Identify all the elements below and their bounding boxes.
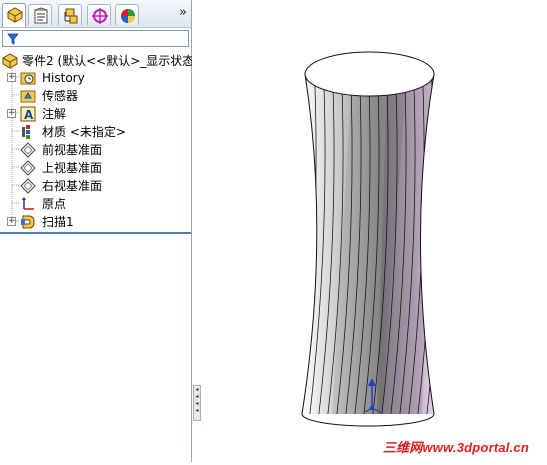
tree-root-part[interactable]: 零件2 (默认<<默认>_显示状态 <box>0 52 195 70</box>
tree-item-label: 材质 <未指定> <box>42 125 126 139</box>
property-manager-icon <box>34 7 48 24</box>
tree-item-right-plane[interactable]: 右视基准面 <box>0 177 191 195</box>
facet-edge-line <box>281 60 298 430</box>
history-folder-icon <box>20 72 36 85</box>
plane-icon <box>20 160 36 176</box>
feature-filter-input[interactable] <box>2 30 189 47</box>
featuremanager-pane: » 零件2 (默认<<默认>_显示状态 + History 传感器 + A 注解… <box>0 0 195 462</box>
svg-text:A: A <box>24 108 34 122</box>
graphics-viewport[interactable]: 三维网www.3dportal.cn <box>202 0 547 462</box>
filter-funnel-icon <box>7 33 19 45</box>
origin-icon <box>22 197 34 210</box>
plane-icon <box>20 178 36 194</box>
propertymanager-tab[interactable] <box>28 4 52 25</box>
tree-item-origin[interactable]: 原点 <box>0 195 191 213</box>
tree-item-label: 前视基准面 <box>42 143 103 157</box>
sensors-folder-icon <box>20 90 36 103</box>
facet-edge-line <box>433 74 434 414</box>
model-view[interactable] <box>202 0 547 462</box>
tree-item-sensors[interactable]: 传感器 <box>0 87 191 105</box>
facet-edge-line <box>302 74 308 414</box>
tree-item-label: 扫描1 <box>42 215 74 229</box>
more-tabs-chevron-icon[interactable]: » <box>179 5 187 20</box>
tree-item-label: 传感器 <box>42 89 79 103</box>
configurationmanager-tab[interactable] <box>58 4 82 25</box>
part-icon <box>2 53 18 69</box>
expand-toggle[interactable]: + <box>7 217 16 226</box>
tree-item-top-plane[interactable]: 上视基准面 <box>0 159 191 177</box>
part-title: 零件2 (默认<<默认>_显示状态 <box>22 54 195 68</box>
twisted-sweep-body[interactable] <box>272 51 460 430</box>
tree-item-history[interactable]: + History <box>0 69 191 87</box>
facet-edge-line <box>272 60 289 430</box>
dimxpert-crosshair-icon <box>92 8 108 24</box>
dimxpert-tab[interactable] <box>87 4 111 25</box>
pane-divider-line <box>0 232 191 234</box>
plane-icon <box>20 142 36 158</box>
tree-item-sweep1[interactable]: + 扫描1 <box>0 213 191 231</box>
tree-item-material[interactable]: 材质 <未指定> <box>0 123 191 141</box>
feature-tree-icon <box>7 7 23 23</box>
manager-tab-bar: » <box>0 0 191 28</box>
expand-toggle[interactable]: + <box>7 73 16 82</box>
display-manager-icon <box>121 9 135 23</box>
tree-item-label: 注解 <box>42 107 67 121</box>
tree-item-front-plane[interactable]: 前视基准面 <box>0 141 191 159</box>
sweep-feature-icon <box>21 215 35 229</box>
collapse-pane-handle[interactable]: ◂ ◂ ◂ ◂ <box>193 385 201 421</box>
tree-item-annotations[interactable]: + A 注解 <box>0 105 191 123</box>
material-icon <box>22 125 30 139</box>
configuration-manager-icon <box>64 8 78 24</box>
tree-item-label: History <box>42 71 85 85</box>
display-manager-tab[interactable] <box>115 4 139 25</box>
facet-edge-line <box>443 60 460 430</box>
top-cap-face[interactable] <box>304 51 435 97</box>
tree-item-label: 右视基准面 <box>42 179 103 193</box>
watermark-text: 三维网www.3dportal.cn <box>382 440 529 455</box>
expand-toggle[interactable]: + <box>7 109 16 118</box>
tree-item-label: 原点 <box>42 197 67 211</box>
featuremanager-tab[interactable] <box>2 3 26 27</box>
tree-item-label: 上视基准面 <box>42 161 103 175</box>
annotations-icon: A <box>20 106 36 122</box>
